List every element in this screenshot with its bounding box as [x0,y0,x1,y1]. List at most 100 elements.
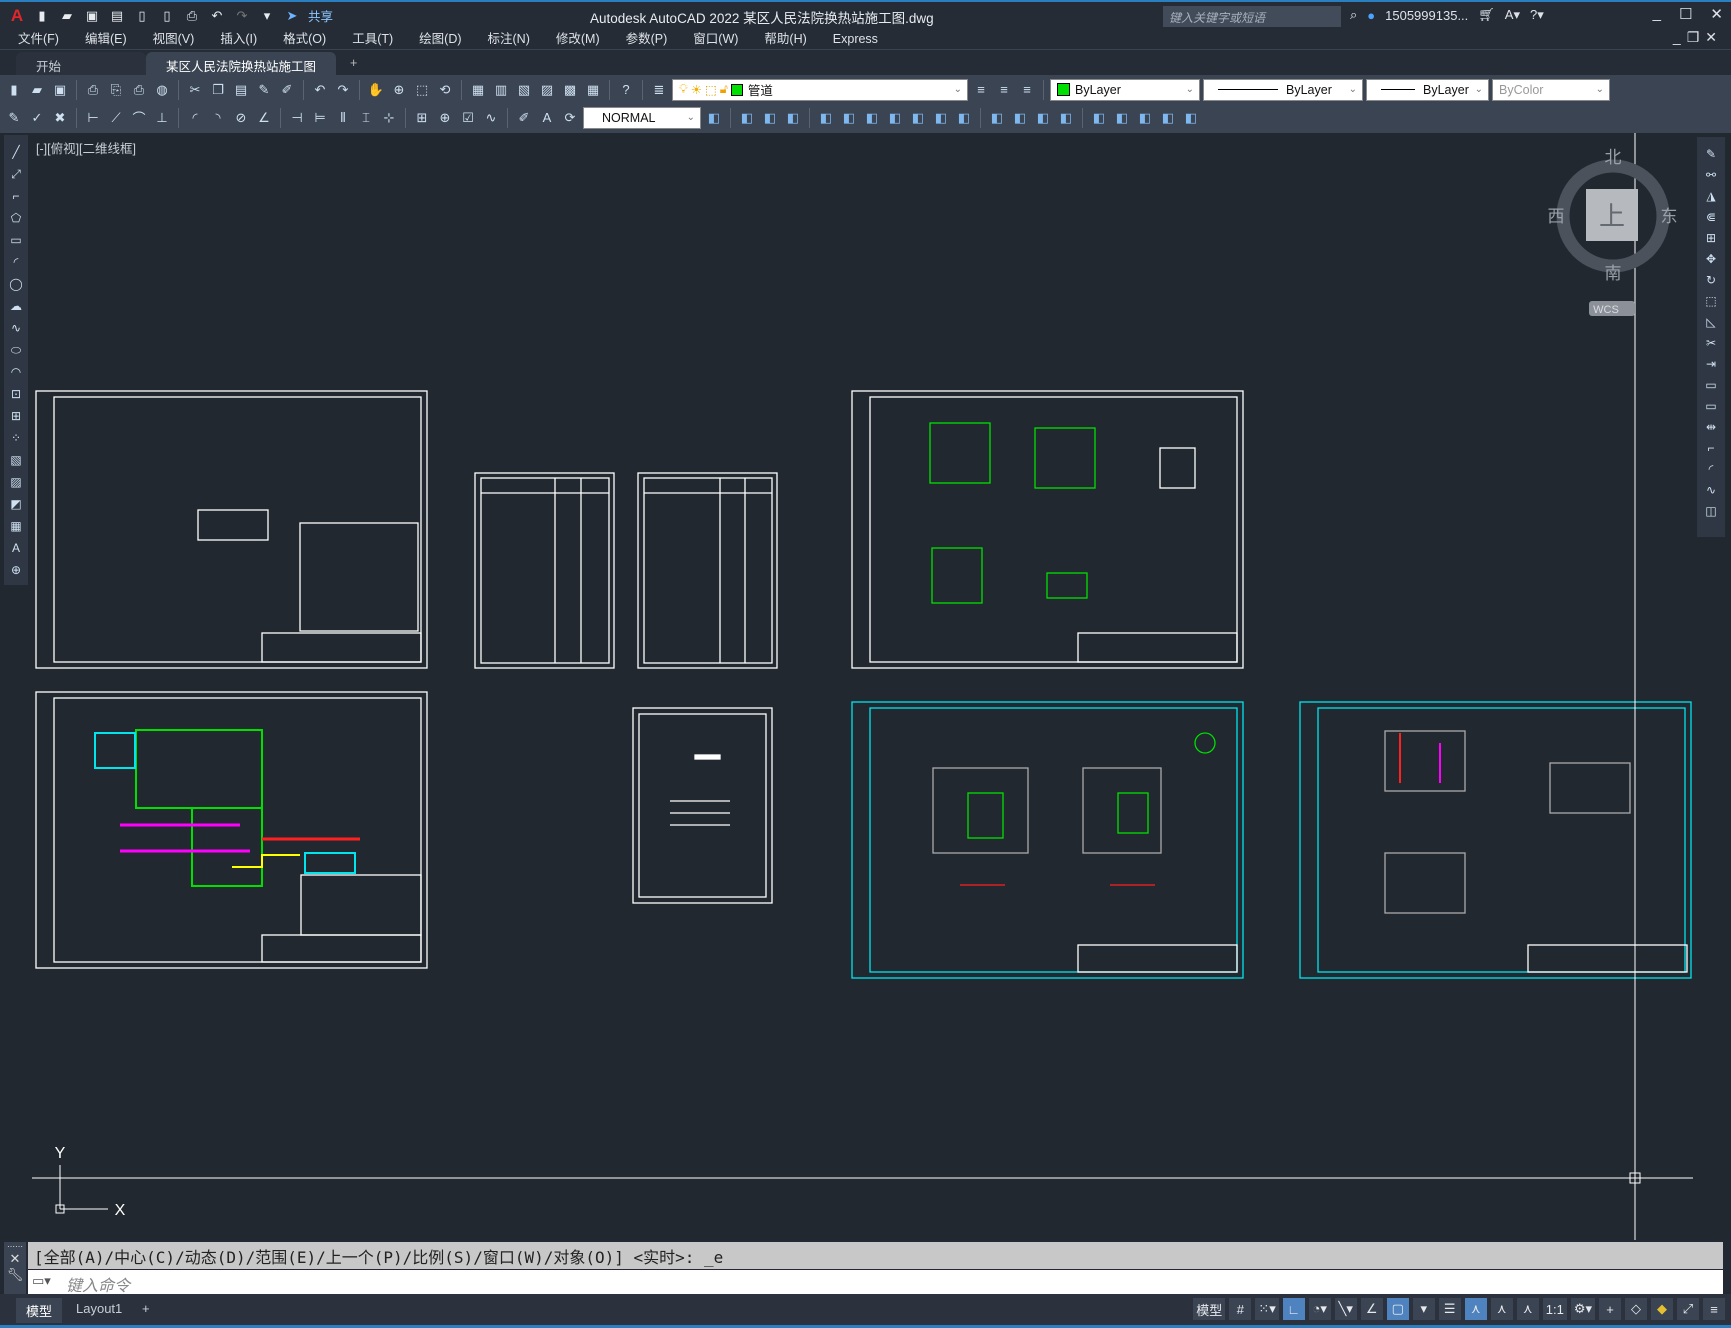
arc-length-dim-icon[interactable]: ⌒ [129,108,149,128]
customize-wrench-icon[interactable]: 🔧︎ [4,1267,26,1283]
layer-on-icon[interactable]: 💡︎ [679,82,688,97]
close-button[interactable]: ✕ [1710,5,1723,23]
minimize-button[interactable]: _ [1653,5,1661,23]
recent-commands-icon[interactable]: ▭▾ [32,1273,51,1289]
tab-model[interactable]: 模型 [16,1298,63,1323]
object-snap-tracking-icon[interactable]: ∠ [1360,1298,1383,1320]
open-icon[interactable]: ▰ [27,80,47,100]
layer-lock-icon[interactable]: 🔓︎ [720,82,728,97]
save-to-web-icon[interactable]: ▯ [158,7,176,25]
isometric-drafting-icon[interactable]: ╲▾ [1334,1298,1357,1320]
ellipse-arc-icon[interactable]: ◠ [7,363,25,381]
properties-icon[interactable]: ▦ [468,80,488,100]
isolate-objects-icon[interactable]: ◇ [1625,1298,1647,1320]
wcs-menu[interactable]: WCS [1593,304,1619,316]
sheet-floor-plans[interactable] [851,701,1244,979]
save-icon[interactable]: ▣ [50,80,70,100]
interfere-icon[interactable]: ◧ [1181,108,1201,128]
rotate-faces-icon[interactable]: ◧ [908,108,928,128]
hatch-icon[interactable]: ▧ [7,451,25,469]
ordinate-dim-icon[interactable]: ⊥ [152,108,172,128]
annotation-visibility-icon[interactable]: ⋏ [1464,1298,1487,1320]
erase-icon[interactable]: ✎ [1702,145,1720,163]
shell-icon[interactable]: ◧ [1089,108,1109,128]
annotation-monitor-icon[interactable]: + [1599,1298,1621,1320]
sheet-cover[interactable] [632,707,773,904]
linear-dim-icon[interactable]: ⊢ [83,108,103,128]
share-button[interactable]: 共享 [308,6,333,25]
break-icon[interactable]: ▭ [1702,397,1720,415]
new-file-icon[interactable]: ▮ [33,7,51,25]
zoom-previous-icon[interactable]: ⟲ [435,80,455,100]
undo-icon[interactable]: ↶ [310,80,330,100]
scale-icon[interactable]: ⬚ [1702,292,1720,310]
subtract-icon[interactable]: ◧ [760,108,780,128]
layer-previous-icon[interactable]: ≡ [994,80,1014,100]
help-icon[interactable]: ?▾ [1530,7,1544,23]
construction-line-icon[interactable]: ⤢ [7,165,25,183]
open-from-web-icon[interactable]: ▯ [133,7,151,25]
revision-cloud-icon[interactable]: ☁ [7,297,25,315]
sheet-set-icon[interactable]: ▨ [537,80,557,100]
model-space-toggle[interactable]: 模型 [1193,1298,1226,1320]
lineweight-dropdown[interactable]: ByLayer ⌄ [1366,78,1489,101]
explode-icon[interactable]: ◫ [1702,502,1720,520]
cut-icon[interactable]: ✂ [185,80,205,100]
autodesk-app-icon[interactable]: A▾ [1505,7,1520,23]
jogged-linear-icon[interactable]: ∿ [481,108,501,128]
customization-menu-icon[interactable]: ≡ [1703,1298,1725,1320]
tolerance-icon[interactable]: ⊞ [412,108,432,128]
object-snap-icon[interactable]: ▢ [1386,1298,1409,1320]
grid-toggle-icon[interactable]: # [1229,1298,1252,1320]
polygon-icon[interactable]: ⬠ [7,209,25,227]
new-tab-button[interactable]: + [342,52,365,76]
plot-icon[interactable]: ⎙ [183,7,201,25]
plot-preview-icon[interactable]: ⎘ [106,80,126,100]
sheet-design-notes[interactable] [35,390,428,669]
offset-icon[interactable]: ⋐ [1702,208,1720,226]
sheet-equipment-list[interactable] [474,472,615,669]
menu-express[interactable]: Express [833,29,878,49]
radius-dim-icon[interactable]: ◜ [185,108,205,128]
autocad-logo-icon[interactable]: A [8,6,26,25]
multiline-text-icon[interactable]: A [7,539,25,557]
make-block-icon[interactable]: ⊞ [7,407,25,425]
menu-file[interactable]: 文件(F) [18,29,59,49]
move-icon[interactable]: ✥ [1702,250,1720,268]
separate-icon[interactable]: ◧ [1033,108,1053,128]
tool-palettes-icon[interactable]: ▧ [514,80,534,100]
menu-dimension[interactable]: 标注(N) [488,29,530,49]
viewcube-south[interactable]: 南 [1605,264,1622,283]
3d-print-icon[interactable]: ◍ [152,80,172,100]
inspect-icon[interactable]: ☑ [458,108,478,128]
clean-icon[interactable]: ◧ [1056,108,1076,128]
viewcube-east[interactable]: 东 [1661,207,1678,226]
rotate-icon[interactable]: ↻ [1702,271,1720,289]
save-as-icon[interactable]: ▤ [108,7,126,25]
dim-text-edit-icon[interactable]: A [537,108,557,128]
dim-update-icon[interactable]: ⟳ [560,108,580,128]
join-icon[interactable]: ⇹ [1702,418,1720,436]
dim-space-icon[interactable]: ⌶ [356,108,376,128]
document-window-controls[interactable]: _❐✕ [1673,29,1723,46]
annotation-scale-icon[interactable]: ⋏ [1516,1298,1539,1320]
open-file-icon[interactable]: ▰ [58,7,76,25]
pan-icon[interactable]: ✋ [366,80,386,100]
menu-tools[interactable]: 工具(T) [352,29,393,49]
viewcube-west[interactable]: 西 [1548,207,1565,226]
intersect-icon[interactable]: ◧ [783,108,803,128]
viewcube[interactable]: 上 北 南 东 西 WCS [1548,148,1678,316]
break-at-point-icon[interactable]: ▭ [1702,376,1720,394]
menu-draw[interactable]: 绘图(D) [419,29,461,49]
snap-mode-icon[interactable]: ⁙▾ [1255,1298,1279,1320]
dim-break-icon[interactable]: ⊹ [379,108,399,128]
imprint-icon[interactable]: ◧ [1010,108,1030,128]
ellipse-icon[interactable]: ⬭ [7,341,25,359]
color-faces-icon[interactable]: ◧ [987,108,1007,128]
command-input[interactable]: ▭▾ 键入命令 [28,1270,1723,1295]
erase-text-icon[interactable]: ✖ [50,108,70,128]
tab-drawing-active[interactable]: 某区人民法院换热站施工图*✕ [146,52,336,90]
redo-icon[interactable]: ↷ [233,7,251,25]
make-layer-current-icon[interactable]: ≡ [971,80,991,100]
aligned-dim-icon[interactable]: ⟋ [106,108,126,128]
